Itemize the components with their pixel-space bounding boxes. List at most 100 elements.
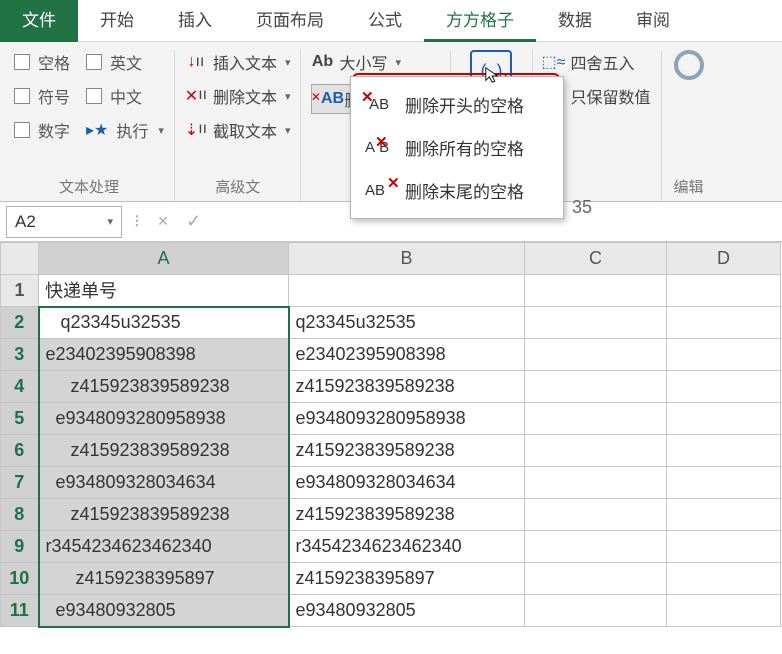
- cell[interactable]: e9348093280958938: [39, 403, 289, 435]
- lbl-exec: 执行: [116, 118, 148, 142]
- cell[interactable]: [525, 275, 667, 307]
- cell[interactable]: [525, 403, 667, 435]
- chk-number[interactable]: [14, 122, 30, 138]
- lbl-space: 空格: [38, 50, 70, 74]
- tab-insert[interactable]: 插入: [156, 0, 234, 42]
- cell[interactable]: [667, 563, 781, 595]
- chk-symbol[interactable]: [14, 88, 30, 104]
- menu-trim-trailing[interactable]: AB✕删除末尾的空格: [351, 169, 563, 212]
- cell[interactable]: [667, 467, 781, 499]
- cell[interactable]: z415923839589238: [39, 435, 289, 467]
- cell[interactable]: [525, 595, 667, 627]
- cell[interactable]: e934809328034634: [39, 467, 289, 499]
- cell[interactable]: [525, 531, 667, 563]
- cell[interactable]: [525, 371, 667, 403]
- cell[interactable]: z415923839589238: [39, 499, 289, 531]
- col-header-b[interactable]: B: [289, 243, 525, 275]
- cell[interactable]: e934809328034634: [289, 467, 525, 499]
- row-header[interactable]: 8: [1, 499, 39, 531]
- row-header[interactable]: 11: [1, 595, 39, 627]
- exec-icon[interactable]: ▸★: [86, 120, 108, 140]
- tab-home[interactable]: 开始: [78, 0, 156, 42]
- tab-layout[interactable]: 页面布局: [234, 0, 346, 42]
- cell[interactable]: [525, 435, 667, 467]
- cell[interactable]: [525, 339, 667, 371]
- row-header[interactable]: 6: [1, 435, 39, 467]
- lbl-trim-all: 删除所有的空格: [405, 135, 524, 160]
- col-header-c[interactable]: C: [525, 243, 667, 275]
- cell[interactable]: [525, 307, 667, 339]
- row-header[interactable]: 4: [1, 371, 39, 403]
- name-box[interactable]: A2▾: [6, 206, 122, 238]
- lbl-round: 四舍五入: [571, 50, 635, 74]
- cell[interactable]: [667, 595, 781, 627]
- cell[interactable]: e93480932805: [39, 595, 289, 627]
- cell[interactable]: z415923839589238: [289, 499, 525, 531]
- btn-case[interactable]: Ab大小写▾: [311, 50, 440, 74]
- cell[interactable]: [667, 403, 781, 435]
- cell[interactable]: [667, 435, 781, 467]
- menu-trim-leading[interactable]: ✕ AB删除开头的空格: [351, 83, 563, 126]
- col-header-a[interactable]: A: [39, 243, 289, 275]
- cell[interactable]: [289, 275, 525, 307]
- cell[interactable]: q23345u32535: [39, 307, 289, 339]
- ribbon-tabs: 文件 开始 插入 页面布局 公式 方方格子 数据 审阅: [0, 0, 782, 42]
- cell[interactable]: e9348093280958938: [289, 403, 525, 435]
- btn-round[interactable]: ⬚≈ 四舍五入: [543, 50, 651, 74]
- lbl-delete-text: 删除文本: [213, 84, 277, 108]
- tab-formula[interactable]: 公式: [346, 0, 424, 42]
- row-header[interactable]: 5: [1, 403, 39, 435]
- lbl-insert-text: 插入文本: [213, 50, 277, 74]
- corner-cell[interactable]: [1, 243, 39, 275]
- cell[interactable]: [667, 275, 781, 307]
- col-header-d[interactable]: D: [667, 243, 781, 275]
- cell[interactable]: [667, 371, 781, 403]
- chk-chinese[interactable]: [86, 88, 102, 104]
- cell[interactable]: r3454234623462340: [289, 531, 525, 563]
- cell[interactable]: q23345u32535: [289, 307, 525, 339]
- cell[interactable]: [525, 499, 667, 531]
- cell[interactable]: e23402395908398: [39, 339, 289, 371]
- menu-trim-all[interactable]: A✕ B 删除所有的空格: [351, 126, 563, 169]
- cell[interactable]: e93480932805: [289, 595, 525, 627]
- fx-cancel-icon[interactable]: ×: [158, 211, 169, 232]
- cell[interactable]: z415923839589238: [39, 371, 289, 403]
- tab-file[interactable]: 文件: [0, 0, 78, 42]
- row-header[interactable]: 2: [1, 307, 39, 339]
- cell[interactable]: z415923839589238: [289, 435, 525, 467]
- trim-all-icon: A✕ B: [365, 139, 393, 156]
- cell[interactable]: [667, 499, 781, 531]
- cell[interactable]: 快递单号: [39, 275, 289, 307]
- chk-english[interactable]: [86, 54, 102, 70]
- row-header[interactable]: 7: [1, 467, 39, 499]
- cell[interactable]: r3454234623462340: [39, 531, 289, 563]
- btn-extract-text[interactable]: ⇣ıı截取文本▾: [185, 118, 291, 142]
- cell[interactable]: z4159238395897: [289, 563, 525, 595]
- cell[interactable]: [667, 307, 781, 339]
- fx-dots-icon[interactable]: ⁝: [134, 211, 140, 232]
- cell[interactable]: z415923839589238: [289, 371, 525, 403]
- cell[interactable]: [667, 339, 781, 371]
- tab-review[interactable]: 审阅: [614, 0, 692, 42]
- fx-confirm-icon[interactable]: ✓: [186, 211, 201, 232]
- row-header[interactable]: 3: [1, 339, 39, 371]
- cursor-icon: [484, 66, 502, 84]
- cell[interactable]: z4159238395897: [39, 563, 289, 595]
- tab-data[interactable]: 数据: [536, 0, 614, 42]
- ribbon-body: 空格英文 符号中文 数字▸★执行▾ 文本处理 ↓ıı插入文本▾ ✕ıı删除文本▾…: [0, 42, 782, 202]
- cell[interactable]: [525, 563, 667, 595]
- cell[interactable]: e23402395908398: [289, 339, 525, 371]
- row-header[interactable]: 1: [1, 275, 39, 307]
- spreadsheet-grid[interactable]: A B C D 1快递单号2 q23345u32535q23345u325353…: [0, 242, 781, 628]
- round-icon: ⬚≈: [543, 52, 565, 72]
- chk-space[interactable]: [14, 54, 30, 70]
- tab-ffgz[interactable]: 方方格子: [424, 0, 536, 42]
- cell[interactable]: [667, 531, 781, 563]
- group-label-edit: 编辑: [674, 170, 704, 201]
- edit-icon[interactable]: [674, 50, 704, 80]
- btn-insert-text[interactable]: ↓ıı插入文本▾: [185, 50, 291, 74]
- cell[interactable]: [525, 467, 667, 499]
- row-header[interactable]: 10: [1, 563, 39, 595]
- btn-delete-text[interactable]: ✕ıı删除文本▾: [185, 84, 291, 108]
- row-header[interactable]: 9: [1, 531, 39, 563]
